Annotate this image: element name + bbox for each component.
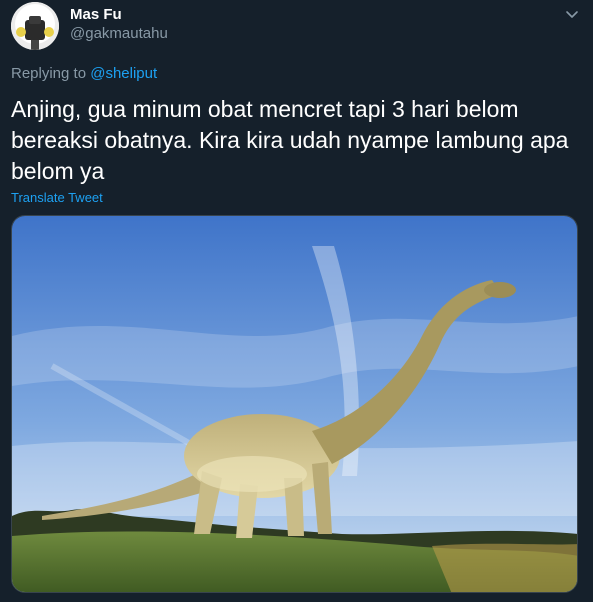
user-handle: @gakmautahu [70,25,168,42]
display-name[interactable]: Mas Fu [70,6,122,23]
avatar-image [11,2,59,50]
replying-to-label: Replying to [11,65,87,82]
mention-link[interactable]: @sheliput [90,65,157,82]
avatar[interactable] [11,2,59,50]
tweet-text: Anjing, gua minum obat mencret tapi 3 ha… [11,96,569,184]
tweet-media-image[interactable] [11,215,578,593]
translate-tweet-link[interactable]: Translate Tweet [11,190,103,205]
chevron-down-icon[interactable] [563,6,581,24]
dinosaur-photo [12,216,577,592]
replying-to: Replying to @sheliput [11,65,157,82]
